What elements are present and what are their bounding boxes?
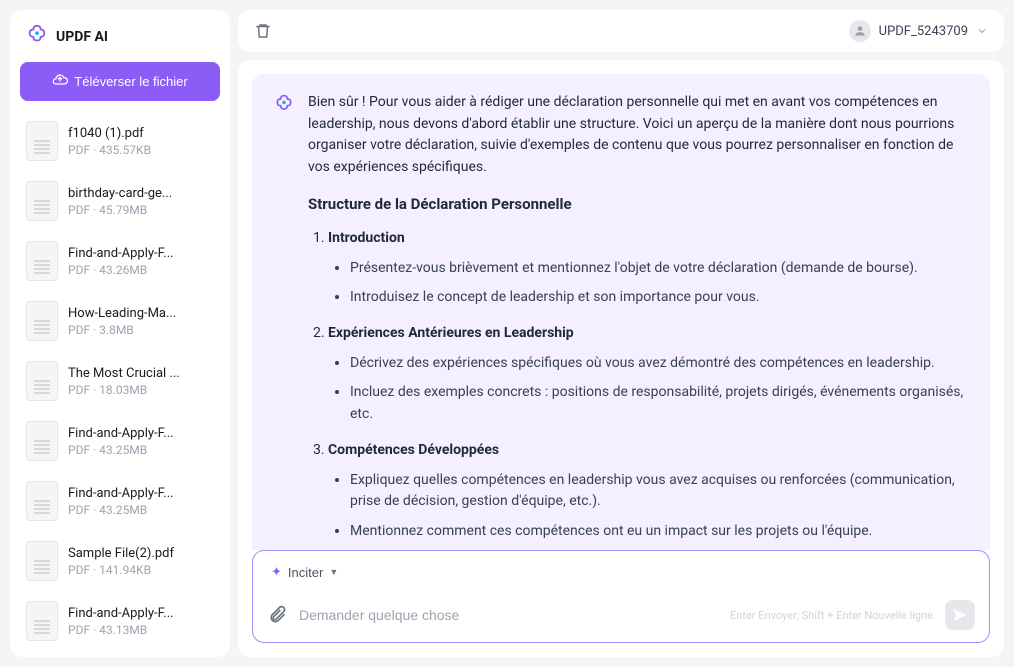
file-name: f1040 (1).pdf [68, 126, 214, 141]
file-icon [26, 541, 58, 581]
file-item[interactable]: birthday-card-ge... PDF · 45.79MB [20, 171, 220, 231]
file-icon [26, 121, 58, 161]
bullet-item: Mentionnez comment ces compétences ont e… [350, 521, 968, 543]
file-item[interactable]: How-Leading-Ma... PDF · 3.8MB [20, 291, 220, 351]
file-info: Find-and-Apply-F... PDF · 43.25MB [68, 426, 214, 457]
user-menu[interactable]: UPDF_5243709 [849, 20, 988, 42]
chat-input[interactable] [299, 607, 718, 623]
topbar: UPDF_5243709 [238, 10, 1004, 52]
upload-button-label: Téléverser le fichier [74, 74, 187, 89]
file-icon [26, 301, 58, 341]
section-item: Introduction Présentez-vous brièvement et… [328, 228, 968, 309]
file-info: The Most Crucial ... PDF · 18.03MB [68, 366, 214, 397]
file-meta: PDF · 3.8MB [68, 323, 214, 337]
section-item: Expériences Antérieures en Leadership Déc… [328, 323, 968, 426]
file-item[interactable]: The Most Crucial ... PDF · 18.03MB [20, 351, 220, 411]
file-meta: PDF · 43.13MB [68, 623, 214, 637]
chat-scroll[interactable]: Bien sûr ! Pour vous aider à rédiger une… [238, 60, 1004, 550]
file-name: Find-and-Apply-F... [68, 246, 214, 261]
send-button[interactable] [945, 600, 975, 630]
input-hint: Enter Envoyer; Shift + Enter Nouvelle li… [730, 609, 933, 622]
message-sections: Introduction Présentez-vous brièvement et… [308, 228, 968, 550]
triangle-down-icon: ▼ [329, 567, 338, 577]
file-name: Sample File(2).pdf [68, 546, 214, 561]
sidebar: UPDF AI Téléverser le fichier f1040 (1).… [10, 10, 230, 657]
file-info: Find-and-Apply-F... PDF · 43.26MB [68, 246, 214, 277]
file-list: f1040 (1).pdf PDF · 435.57KB birthday-card… [20, 111, 220, 643]
file-meta: PDF · 43.26MB [68, 263, 214, 277]
ai-avatar-icon [274, 94, 294, 550]
ai-message: Bien sûr ! Pour vous aider à rédiger une… [252, 74, 990, 550]
section-bullets: Expliquez quelles compétences en leaders… [328, 470, 968, 543]
file-name: Find-and-Apply-F... [68, 606, 214, 621]
inciter-label: Inciter [288, 565, 323, 580]
file-meta: PDF · 45.79MB [68, 203, 214, 217]
chat-container: Bien sûr ! Pour vous aider à rédiger une… [238, 60, 1004, 657]
file-meta: PDF · 43.25MB [68, 503, 214, 517]
section-bullets: Décrivez des expériences spécifiques où … [328, 353, 968, 426]
file-item[interactable]: f1040 (1).pdf PDF · 435.57KB [20, 111, 220, 171]
file-icon [26, 181, 58, 221]
file-name: Find-and-Apply-F... [68, 426, 214, 441]
section-title: Compétences Développées [328, 442, 499, 458]
file-icon [26, 241, 58, 281]
file-info: Find-and-Apply-F... PDF · 43.25MB [68, 486, 214, 517]
section-title: Expériences Antérieures en Leadership [328, 325, 574, 341]
bullet-item: Expliquez quelles compétences en leaders… [350, 470, 968, 513]
updf-logo-icon [26, 24, 48, 50]
file-item[interactable]: Find-and-Apply-F... PDF · 43.25MB [20, 471, 220, 531]
file-meta: PDF · 141.94KB [68, 563, 214, 577]
input-row: Enter Envoyer; Shift + Enter Nouvelle li… [267, 600, 975, 630]
section-item: Compétences Développées Expliquez quelles… [328, 440, 968, 543]
user-name: UPDF_5243709 [879, 24, 968, 39]
file-meta: PDF · 43.25MB [68, 443, 214, 457]
cloud-upload-icon [52, 72, 68, 91]
file-meta: PDF · 435.57KB [68, 143, 214, 157]
inciter-button[interactable]: ✦ Inciter ▼ [267, 562, 342, 582]
trash-icon[interactable] [254, 22, 272, 40]
attachment-icon[interactable] [267, 605, 287, 625]
chevron-down-icon [976, 22, 988, 41]
file-item[interactable]: Find-and-Apply-F... PDF · 43.26MB [20, 231, 220, 291]
file-info: How-Leading-Ma... PDF · 3.8MB [68, 306, 214, 337]
file-icon [26, 601, 58, 641]
message-heading: Structure de la Déclaration Personnelle [308, 193, 968, 216]
section-title: Introduction [328, 230, 405, 246]
file-info: Find-and-Apply-F... PDF · 43.13MB [68, 606, 214, 637]
app-title: UPDF AI [56, 29, 108, 45]
file-icon [26, 361, 58, 401]
file-info: f1040 (1).pdf PDF · 435.57KB [68, 126, 214, 157]
file-item[interactable]: Find-and-Apply-F... PDF · 43.13MB [20, 591, 220, 643]
file-icon [26, 421, 58, 461]
section-bullets: Présentez-vous brièvement et mentionnez … [328, 258, 968, 309]
file-icon [26, 481, 58, 521]
main-area: UPDF_5243709 Bien sûr ! Pour vous aider … [238, 10, 1004, 657]
file-info: birthday-card-ge... PDF · 45.79MB [68, 186, 214, 217]
message-intro: Bien sûr ! Pour vous aider à rédiger une… [308, 92, 968, 179]
file-item[interactable]: Find-and-Apply-F... PDF · 43.25MB [20, 411, 220, 471]
upload-button[interactable]: Téléverser le fichier [20, 62, 220, 101]
avatar-icon [849, 20, 871, 42]
file-item[interactable]: Sample File(2).pdf PDF · 141.94KB [20, 531, 220, 591]
file-meta: PDF · 18.03MB [68, 383, 214, 397]
file-name: Find-and-Apply-F... [68, 486, 214, 501]
sidebar-header: UPDF AI [20, 24, 220, 62]
file-info: Sample File(2).pdf PDF · 141.94KB [68, 546, 214, 577]
sparkle-icon: ✦ [271, 564, 282, 580]
message-body: Bien sûr ! Pour vous aider à rédiger une… [308, 92, 968, 550]
bullet-item: Présentez-vous brièvement et mentionnez … [350, 258, 968, 280]
file-name: birthday-card-ge... [68, 186, 214, 201]
bullet-item: Introduisez le concept de leadership et … [350, 287, 968, 309]
file-name: The Most Crucial ... [68, 366, 214, 381]
bullet-item: Décrivez des expériences spécifiques où … [350, 353, 968, 375]
file-name: How-Leading-Ma... [68, 306, 214, 321]
input-area: ✦ Inciter ▼ Enter Envoyer; Shift + Enter… [252, 550, 990, 643]
bullet-item: Incluez des exemples concrets : position… [350, 382, 968, 425]
